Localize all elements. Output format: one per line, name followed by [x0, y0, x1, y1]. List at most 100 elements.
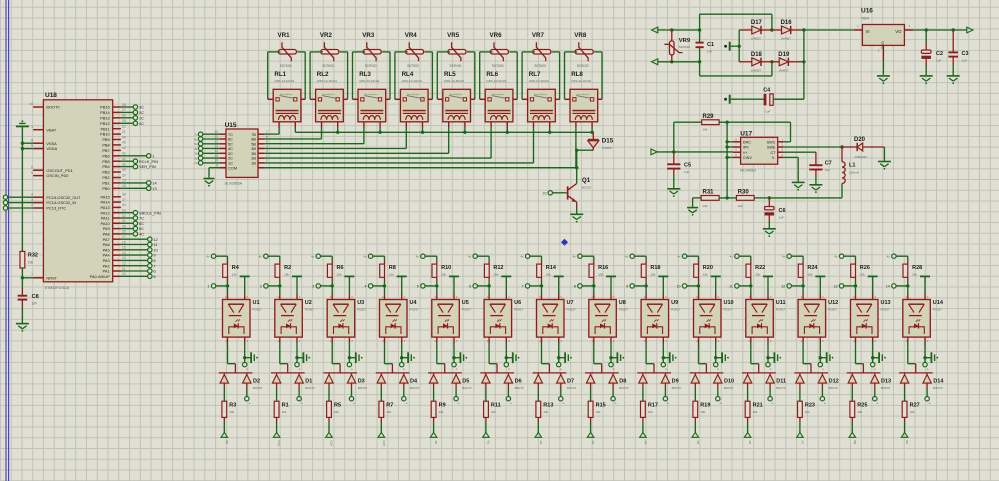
svg-text:R22: R22: [755, 265, 765, 271]
svg-text:6C: 6C: [139, 221, 144, 226]
svg-text:PB1: PB1: [102, 181, 109, 186]
svg-text:100mH: 100mH: [849, 171, 859, 175]
svg-text:U14: U14: [933, 300, 944, 306]
svg-text:31: 31: [122, 219, 126, 223]
svg-text:D2: D2: [253, 379, 260, 385]
svg-text:11: 11: [215, 135, 219, 139]
svg-text:12: 12: [153, 237, 157, 242]
svg-text:PC817: PC817: [253, 307, 263, 311]
svg-text:S07K00: S07K00: [365, 64, 377, 68]
svg-text:PB9: PB9: [102, 137, 109, 142]
svg-text:13: 13: [214, 144, 218, 148]
svg-text:10k: 10k: [386, 410, 391, 414]
svg-text:29: 29: [122, 230, 126, 234]
svg-text:PA8: PA8: [103, 232, 110, 237]
svg-text:R15: R15: [596, 403, 606, 409]
svg-text:PB4: PB4: [102, 164, 110, 169]
svg-text:VO: VO: [895, 29, 902, 34]
svg-text:14: 14: [214, 149, 218, 153]
svg-text:VR6: VR6: [490, 32, 503, 39]
svg-text:G5S-1A-DC24: G5S-1A-DC24: [359, 79, 379, 83]
svg-text:46: 46: [122, 135, 126, 139]
svg-text:G5S-1A-DC24: G5S-1A-DC24: [444, 79, 464, 83]
svg-text:BAV70: BAV70: [305, 386, 314, 390]
svg-text:R6: R6: [337, 265, 344, 271]
svg-text:R5: R5: [334, 403, 341, 409]
svg-text:PC817: PC817: [671, 307, 681, 311]
svg-text:G5S-1A-DC24: G5S-1A-DC24: [571, 79, 591, 83]
svg-text:A6: A6: [748, 441, 752, 445]
svg-text:U9: U9: [671, 300, 678, 306]
svg-text:16: 16: [122, 240, 126, 244]
svg-text:BAV70: BAV70: [410, 386, 419, 390]
svg-text:VR4: VR4: [405, 32, 418, 39]
svg-text:A5: A5: [696, 441, 700, 445]
svg-text:PB5: PB5: [102, 159, 109, 164]
svg-text:D6: D6: [515, 379, 522, 385]
svg-text:1nF: 1nF: [707, 50, 712, 54]
svg-text:1uF: 1uF: [936, 59, 941, 63]
svg-text:VI: VI: [866, 29, 870, 34]
svg-text:34: 34: [122, 203, 126, 207]
svg-text:16: 16: [214, 159, 218, 163]
svg-text:R16: R16: [598, 265, 608, 271]
svg-text:G5S-1A-DC24: G5S-1A-DC24: [274, 79, 294, 83]
svg-text:U5: U5: [462, 300, 469, 306]
svg-text:D14: D14: [933, 379, 944, 385]
svg-text:VR2: VR2: [320, 32, 333, 39]
svg-text:R29: R29: [703, 114, 715, 120]
svg-text:9: 9: [216, 164, 218, 168]
svg-text:U8: U8: [619, 300, 626, 306]
svg-text:22: 22: [122, 125, 126, 129]
svg-text:5: 5: [266, 140, 268, 144]
svg-text:NormallyOpen: NormallyOpen: [280, 94, 293, 96]
svg-text:1c: 1c: [194, 161, 198, 165]
svg-text:10k: 10k: [441, 272, 446, 276]
svg-text:PA0-WKUP: PA0-WKUP: [90, 274, 110, 279]
svg-text:D7: D7: [567, 379, 574, 385]
svg-text:PC817: PC817: [567, 307, 577, 311]
svg-text:R4: R4: [232, 265, 240, 271]
svg-text:D17: D17: [751, 20, 763, 26]
svg-text:1nF: 1nF: [32, 302, 38, 306]
svg-text:R9: R9: [439, 403, 446, 409]
svg-text:C3: C3: [962, 51, 969, 57]
svg-text:10k: 10k: [738, 204, 743, 208]
svg-text:4x: 4x: [834, 255, 838, 259]
svg-text:10k: 10k: [857, 410, 862, 414]
svg-text:10k: 10k: [232, 272, 237, 276]
svg-text:9: 9: [153, 253, 155, 258]
svg-text:7: 7: [31, 273, 33, 277]
svg-text:PB14: PB14: [100, 110, 110, 115]
svg-text:SWC: SWC: [767, 140, 776, 144]
svg-text:BAV70: BAV70: [933, 386, 942, 390]
svg-text:14: 14: [122, 251, 126, 255]
svg-text:PC817: PC817: [881, 307, 891, 311]
svg-text:D11: D11: [776, 379, 786, 385]
svg-text:4x: 4x: [677, 255, 681, 259]
svg-text:VR7: VR7: [532, 32, 545, 39]
svg-text:1B: 1B: [251, 161, 256, 166]
svg-text:S07K00: S07K00: [679, 45, 690, 49]
svg-text:9: 9: [31, 144, 33, 148]
svg-text:U3: U3: [357, 300, 364, 306]
svg-text:R28: R28: [912, 265, 922, 271]
svg-text:10k: 10k: [439, 410, 444, 414]
svg-text:RL4: RL4: [402, 71, 414, 78]
svg-text:PC817: PC817: [776, 307, 786, 311]
svg-text:A4: A4: [644, 441, 648, 445]
svg-text:12: 12: [781, 285, 785, 289]
svg-text:A2: A2: [539, 441, 543, 445]
svg-text:D3: D3: [358, 379, 365, 385]
svg-text:10k: 10k: [546, 272, 551, 276]
svg-text:PA3: PA3: [103, 258, 110, 263]
svg-text:PC13_RTC: PC13_RTC: [46, 206, 66, 211]
svg-text:4C: 4C: [139, 232, 144, 237]
svg-text:U1: U1: [253, 300, 260, 306]
svg-text:SER_PIN: SER_PIN: [139, 164, 156, 169]
svg-text:U12: U12: [828, 300, 838, 306]
svg-text:10k: 10k: [648, 410, 653, 414]
svg-text:10k: 10k: [493, 272, 498, 276]
svg-text:4x: 4x: [573, 255, 577, 259]
svg-text:7: 7: [153, 263, 155, 268]
